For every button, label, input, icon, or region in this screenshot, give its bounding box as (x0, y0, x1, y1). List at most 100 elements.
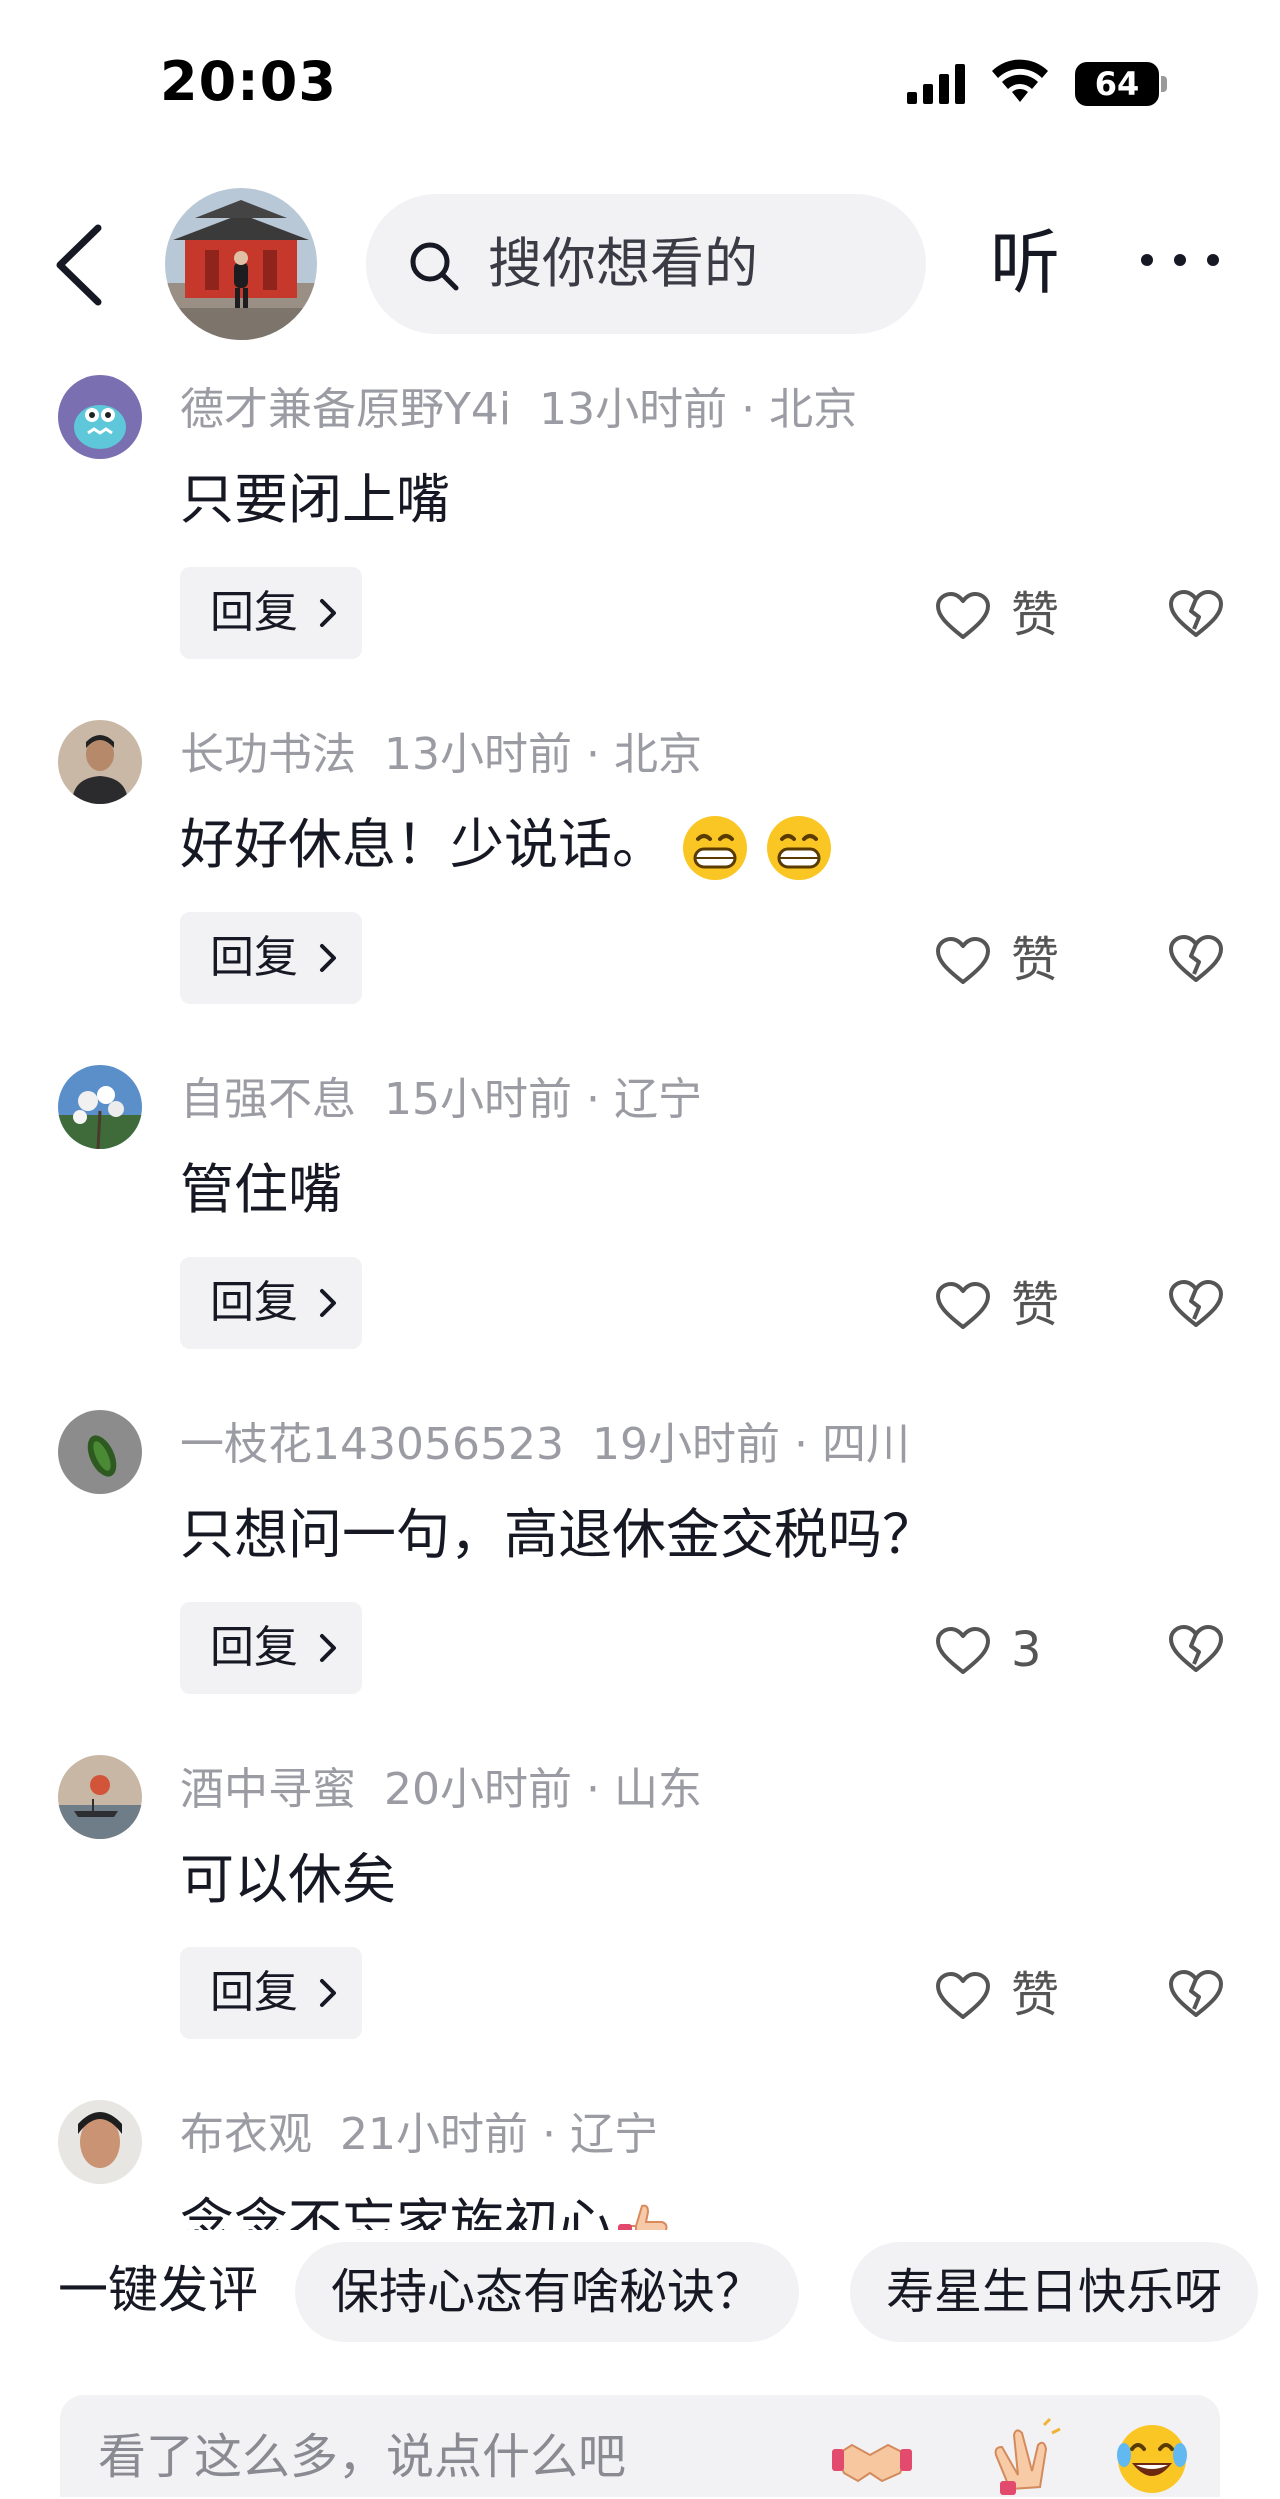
commenter-name[interactable]: 长功书法 (180, 729, 356, 780)
comment-time: 13小时前 (539, 384, 728, 435)
comment-location: 辽宁 (570, 2109, 658, 2160)
quick-comment-label: 一键发评 (58, 2261, 258, 2319)
broken-heart-icon[interactable] (1168, 1969, 1224, 2019)
comment-time: 15小时前 (384, 1074, 572, 1125)
comment-time: 19小时前 (591, 1419, 780, 1470)
comment-time: 13小时前 (384, 729, 572, 780)
like-button[interactable]: 赞 (935, 920, 1085, 1000)
comment-text: 管住嘴 (180, 1158, 342, 1221)
comment-time: 20小时前 (384, 1764, 572, 1815)
like-button[interactable]: 赞 (935, 575, 1085, 655)
listen-button[interactable]: 听 (990, 218, 1060, 308)
broken-heart-icon[interactable] (1168, 934, 1224, 984)
quick-comment-bar: 一键发评 保持心态有啥秘诀？ 寿星生日快乐呀 (0, 2230, 1280, 2350)
like-label: 赞 (1011, 932, 1060, 988)
comment-meta: 一枝花143056523 19小时前 · 四川 (180, 1419, 910, 1470)
like-label: 赞 (1011, 587, 1060, 643)
reply-button[interactable]: 回复 (180, 567, 362, 659)
reply-label: 回复 (210, 1967, 298, 2018)
grin-emoji-icon (683, 816, 747, 881)
author-avatar[interactable] (165, 188, 317, 340)
reply-button[interactable]: 回复 (180, 912, 362, 1004)
heart-icon (936, 1972, 990, 2019)
comment-list[interactable]: 德才兼备原野Y4i 13小时前 · 北京 只要闭上嘴 回复 赞 长功书法 13小时前… (0, 355, 1280, 2235)
comment-item: 德才兼备原野Y4i 13小时前 · 北京 只要闭上嘴 回复 赞 (0, 355, 1280, 700)
reply-button[interactable]: 回复 (180, 1257, 362, 1349)
comment-meta: 长功书法 13小时前 · 北京 (180, 729, 702, 780)
heart-icon (936, 1627, 990, 1674)
comment-item: 布衣观 21小时前 · 辽宁 念念不忘家族初心 (0, 2080, 1280, 2235)
comment-text: 好好休息！少说话。 (180, 800, 834, 883)
reply-label: 回复 (210, 1277, 298, 1328)
comment-location: 北京 (614, 729, 702, 780)
chevron-right-icon (320, 1634, 336, 1662)
broken-heart-icon[interactable] (1168, 1279, 1224, 1329)
like-label: 赞 (1011, 1967, 1060, 2023)
more-icon[interactable] (1135, 240, 1225, 280)
cellular-signal-icon (907, 64, 965, 104)
wifi-icon (992, 59, 1048, 102)
status-bar: 20:03 64 (0, 0, 1280, 170)
heart-icon (936, 937, 990, 984)
top-nav: 搜你想看的 听 (0, 180, 1280, 350)
quick-comment-chip[interactable]: 保持心态有啥秘诀？ (295, 2242, 800, 2342)
comment-meta: 自强不息 15小时前 · 辽宁 (180, 1074, 702, 1125)
commenter-avatar[interactable] (58, 1065, 142, 1149)
comment-input-placeholder: 看了这么多，说点什么吧 (98, 2429, 627, 2485)
commenter-avatar[interactable] (58, 720, 142, 804)
commenter-avatar[interactable] (58, 1755, 142, 1839)
chevron-right-icon (320, 599, 336, 627)
search-placeholder: 搜你想看的 (488, 232, 758, 295)
commenter-avatar[interactable] (58, 2100, 142, 2184)
comment-text: 可以休矣 (180, 1848, 396, 1911)
commenter-avatar[interactable] (58, 375, 142, 459)
commenter-avatar[interactable] (58, 1410, 142, 1494)
search-bar[interactable]: 搜你想看的 (366, 194, 926, 334)
status-time: 20:03 (160, 50, 337, 113)
broken-heart-icon[interactable] (1168, 589, 1224, 639)
comment-meta: 德才兼备原野Y4i 13小时前 · 北京 (180, 384, 858, 435)
comment-meta: 布衣观 21小时前 · 辽宁 (180, 2109, 658, 2160)
heart-icon (936, 1282, 990, 1329)
comment-location: 四川 (821, 1419, 910, 1470)
handshake-emoji-icon[interactable] (830, 2415, 914, 2499)
comment-meta: 酒中寻蜜 20小时前 · 山东 (180, 1764, 702, 1815)
commenter-name[interactable]: 德才兼备原野Y4i (180, 384, 511, 435)
quick-comment-chip[interactable]: 寿星生日快乐呀 (850, 2242, 1259, 2342)
like-label: 赞 (1011, 1277, 1060, 1333)
comment-text: 只要闭上嘴 (180, 468, 450, 531)
reply-button[interactable]: 回复 (180, 1947, 362, 2039)
comment-location: 辽宁 (614, 1074, 702, 1125)
battery-indicator: 64 (1075, 62, 1167, 106)
reply-label: 回复 (210, 932, 298, 983)
like-button[interactable]: 赞 (935, 1265, 1085, 1345)
laugh-cry-emoji-icon[interactable] (1110, 2415, 1194, 2499)
comment-location: 山东 (614, 1764, 702, 1815)
heart-icon (936, 592, 990, 639)
chevron-right-icon (320, 1979, 336, 2007)
comment-location: 北京 (769, 384, 858, 435)
reply-label: 回复 (210, 587, 298, 638)
comment-time: 21小时前 (340, 2109, 528, 2160)
reply-button[interactable]: 回复 (180, 1602, 362, 1694)
like-button[interactable]: 赞 (935, 1955, 1085, 2035)
like-button[interactable]: 3 (935, 1610, 1085, 1690)
clap-emoji-icon[interactable] (980, 2415, 1064, 2499)
comment-item: 自强不息 15小时前 · 辽宁 管住嘴 回复 赞 (0, 1045, 1280, 1390)
search-icon (410, 242, 459, 291)
comment-item: 酒中寻蜜 20小时前 · 山东 可以休矣 回复 赞 (0, 1735, 1280, 2080)
battery-level: 64 (1094, 65, 1140, 103)
comment-input[interactable]: 看了这么多，说点什么吧 (60, 2395, 1220, 2497)
commenter-name[interactable]: 自强不息 (180, 1074, 356, 1125)
comment-item: 一枝花143056523 19小时前 · 四川 只想问一句，高退休金交税吗？ 回复… (0, 1390, 1280, 1735)
broken-heart-icon[interactable] (1168, 1624, 1224, 1674)
commenter-name[interactable]: 一枝花143056523 (180, 1419, 564, 1470)
commenter-name[interactable]: 酒中寻蜜 (180, 1764, 356, 1815)
commenter-name[interactable]: 布衣观 (180, 2109, 312, 2160)
comment-item: 长功书法 13小时前 · 北京 好好休息！少说话。 回复 赞 (0, 700, 1280, 1045)
back-arrow-icon[interactable] (50, 220, 110, 310)
chevron-right-icon (320, 944, 336, 972)
like-count: 3 (1011, 1622, 1042, 1678)
comment-text: 只想问一句，高退休金交税吗？ (180, 1503, 936, 1566)
grin-emoji-icon (767, 816, 831, 881)
